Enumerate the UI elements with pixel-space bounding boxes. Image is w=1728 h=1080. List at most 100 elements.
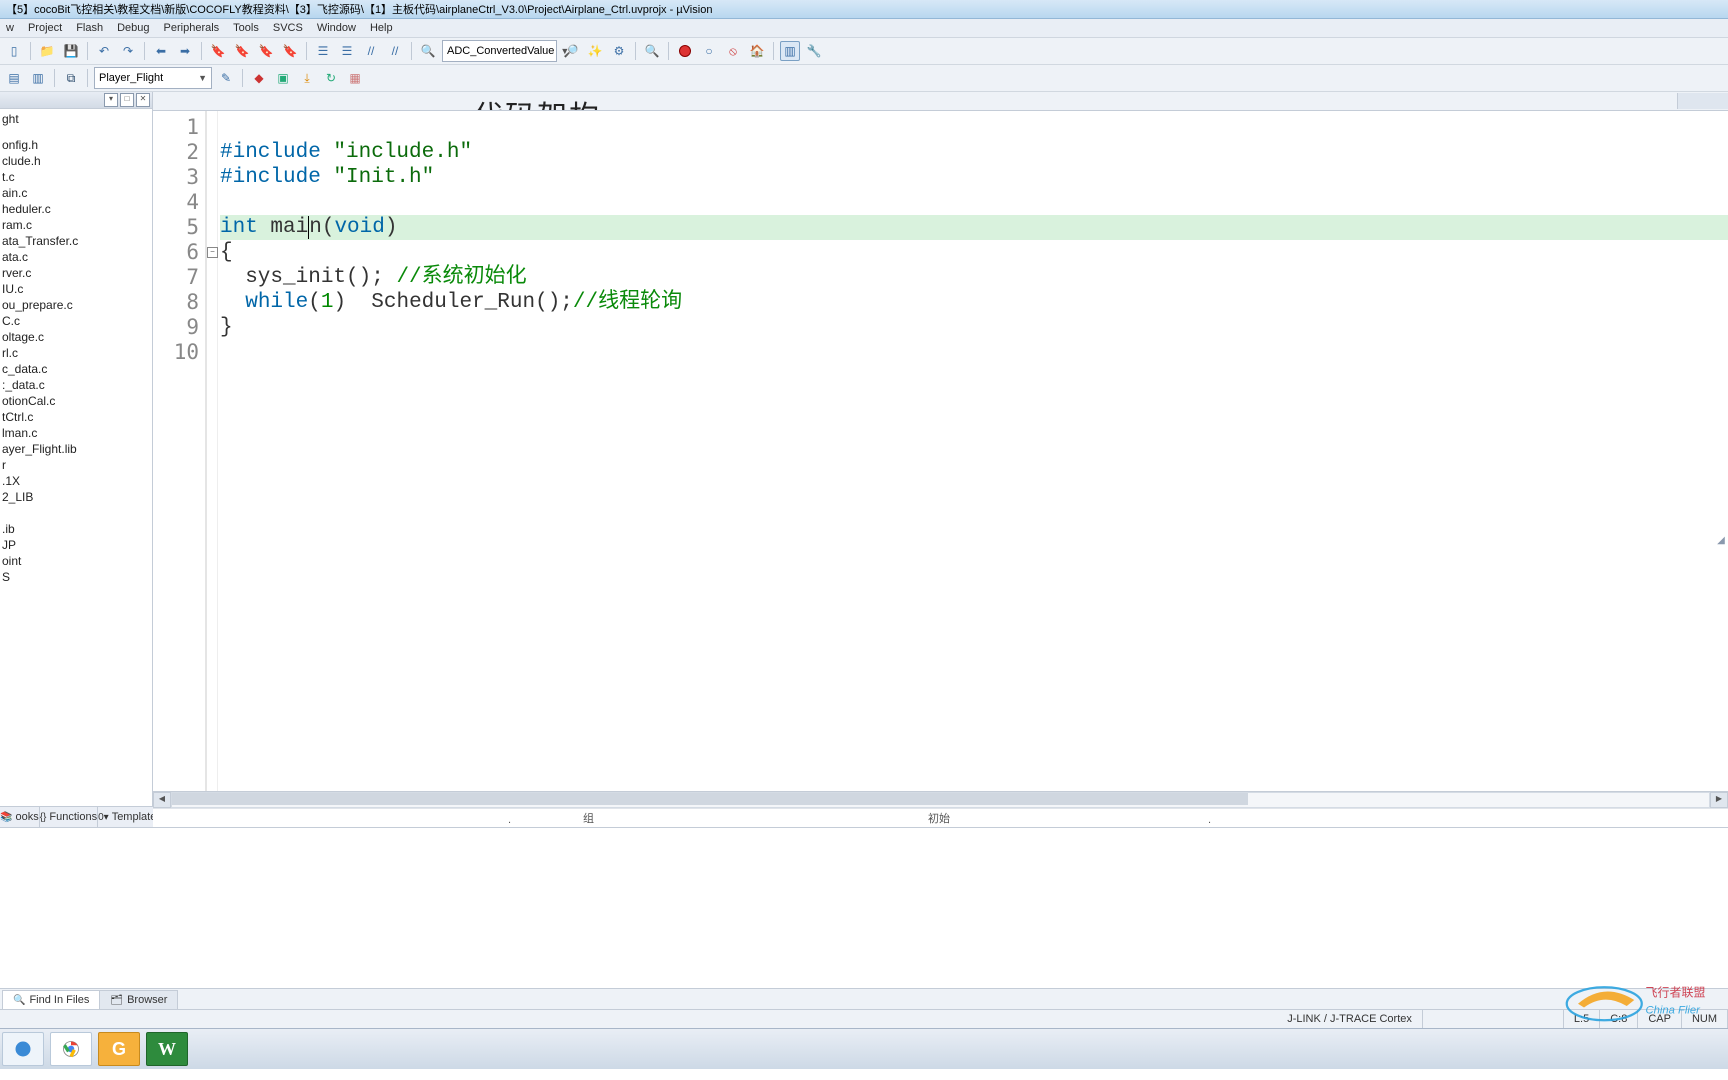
tab-books[interactable]: 📚ooks — [0, 807, 40, 827]
bookmark-next-icon[interactable]: 🔖 — [256, 41, 276, 61]
options-icon[interactable]: ⚙ — [609, 41, 629, 61]
comment-icon[interactable]: // — [361, 41, 381, 61]
menu-item[interactable]: w — [6, 22, 14, 34]
build-icon[interactable]: ▥ — [28, 68, 48, 88]
target-options-icon[interactable]: ✎ — [216, 68, 236, 88]
tree-item[interactable]: oint — [0, 553, 152, 569]
search-combo[interactable]: ADC_ConvertedValue ▼ — [442, 40, 557, 62]
panel-close-icon[interactable]: ✕ — [136, 93, 150, 107]
menu-item[interactable]: Help — [370, 22, 393, 34]
tree-item[interactable]: ata.c — [0, 249, 152, 265]
download-icon[interactable]: ⤓ — [297, 68, 317, 88]
help-icon[interactable]: 🏠 — [747, 41, 767, 61]
scroll-thumb[interactable] — [172, 793, 1248, 805]
tree-item[interactable]: .ib — [0, 521, 152, 537]
code-line[interactable]: #include "Init.h" — [220, 165, 1728, 190]
code-area[interactable]: #include "include.h"#include "Init.h" int… — [218, 111, 1728, 791]
rebuild-icon[interactable]: ⧉ — [61, 68, 81, 88]
tree-item[interactable]: heduler.c — [0, 201, 152, 217]
tree-item[interactable]: 2_LIB — [0, 489, 152, 505]
save-icon[interactable]: 💾 — [61, 41, 81, 61]
back-icon[interactable]: ⬅ — [151, 41, 171, 61]
tree-item[interactable]: rver.c — [0, 265, 152, 281]
code-line[interactable] — [220, 190, 1728, 215]
find-next-icon[interactable]: 🔎 — [561, 41, 581, 61]
menu-item[interactable]: Flash — [76, 22, 103, 34]
panel-pin-icon[interactable]: □ — [120, 93, 134, 107]
pack-icon[interactable]: ▣ — [273, 68, 293, 88]
panel-menu-icon[interactable]: ▾ — [104, 93, 118, 107]
tab-find-in-files[interactable]: 🔍 Find In Files — [2, 990, 100, 1009]
tree-item[interactable]: rl.c — [0, 345, 152, 361]
tree-item[interactable]: ata_Transfer.c — [0, 233, 152, 249]
fold-toggle-icon[interactable]: − — [207, 247, 218, 258]
tree-item[interactable]: tCtrl.c — [0, 409, 152, 425]
new-file-icon[interactable]: ▯ — [4, 41, 24, 61]
tree-item[interactable]: ou_prepare.c — [0, 297, 152, 313]
magic-icon[interactable]: ✨ — [585, 41, 605, 61]
start-button[interactable] — [2, 1032, 44, 1066]
redo-icon[interactable]: ↷ — [118, 41, 138, 61]
menu-item[interactable]: Debug — [117, 22, 149, 34]
open-icon[interactable]: 📁 — [37, 41, 57, 61]
tree-item[interactable]: S — [0, 569, 152, 585]
taskbar-pdf[interactable]: G — [98, 1032, 140, 1066]
tree-item[interactable]: onfig.h — [0, 137, 152, 153]
menu-item[interactable]: Tools — [233, 22, 259, 34]
target-combo[interactable]: Player_Flight ▼ — [94, 67, 212, 89]
record-icon[interactable] — [675, 41, 695, 61]
tree-item[interactable]: :_data.c — [0, 377, 152, 393]
code-line[interactable] — [220, 340, 1728, 365]
record-stop-icon[interactable]: ○ — [699, 41, 719, 61]
wrench-icon[interactable]: 🔧 — [804, 41, 824, 61]
translate-icon[interactable]: ▤ — [4, 68, 24, 88]
code-line[interactable]: } — [220, 315, 1728, 340]
tree-item[interactable]: clude.h — [0, 153, 152, 169]
refresh-icon[interactable]: ↻ — [321, 68, 341, 88]
tree-item[interactable]: ayer_Flight.lib — [0, 441, 152, 457]
menu-item[interactable]: Window — [317, 22, 356, 34]
resize-grip-icon[interactable]: ◢ — [1714, 0, 1728, 1080]
tree-item[interactable]: lman.c — [0, 425, 152, 441]
taskbar-chrome[interactable] — [50, 1032, 92, 1066]
menu-item[interactable]: SVCS — [273, 22, 303, 34]
findfiles-icon[interactable]: 🔍 — [418, 41, 438, 61]
h-scrollbar[interactable]: ◀ ▶ — [153, 791, 1728, 808]
fwd-icon[interactable]: ➡ — [175, 41, 195, 61]
tree-item[interactable]: .1X — [0, 473, 152, 489]
tree-item[interactable]: oltage.c — [0, 329, 152, 345]
code-line[interactable]: sys_init(); //系统初始化 — [220, 265, 1728, 290]
code-line[interactable]: #include "include.h" — [220, 140, 1728, 165]
tree-item[interactable]: JP — [0, 537, 152, 553]
tree-item[interactable]: r — [0, 457, 152, 473]
undo-icon[interactable]: ↶ — [94, 41, 114, 61]
manage-icon[interactable]: ◆ — [249, 68, 269, 88]
code-line[interactable]: while(1) Scheduler_Run();//线程轮询 — [220, 290, 1728, 315]
tree-item[interactable]: IU.c — [0, 281, 152, 297]
uncomment-icon[interactable]: // — [385, 41, 405, 61]
tree-item[interactable]: c_data.c — [0, 361, 152, 377]
tree-item[interactable]: t.c — [0, 169, 152, 185]
code-line[interactable]: { — [220, 240, 1728, 265]
tab-browser[interactable]: 🗂 Browser — [99, 990, 178, 1009]
tree-item[interactable]: otionCal.c — [0, 393, 152, 409]
tab-functions[interactable]: {}Functions — [40, 807, 98, 827]
tree-item[interactable] — [0, 505, 152, 521]
window-layout-icon[interactable]: ▥ — [780, 41, 800, 61]
scroll-track[interactable] — [171, 792, 1710, 808]
tree-item[interactable]: ght — [0, 111, 152, 127]
project-tree[interactable]: ghtonfig.hclude.ht.cain.cheduler.cram.ca… — [0, 109, 152, 806]
bookmark-icon[interactable]: 🔖 — [208, 41, 228, 61]
indent-icon[interactable]: ☰ — [313, 41, 333, 61]
bookmark-clear-icon[interactable]: 🔖 — [280, 41, 300, 61]
bookmark-prev-icon[interactable]: 🔖 — [232, 41, 252, 61]
outdent-icon[interactable]: ☰ — [337, 41, 357, 61]
code-line[interactable]: int main(void) — [220, 215, 1728, 240]
taskbar-wps[interactable]: W — [146, 1032, 188, 1066]
zoom-icon[interactable]: 🔍 — [642, 41, 662, 61]
tree-item[interactable]: ain.c — [0, 185, 152, 201]
menu-item[interactable]: Project — [28, 22, 62, 34]
no-entry-icon[interactable]: ⦸ — [723, 41, 743, 61]
tree-item[interactable]: ram.c — [0, 217, 152, 233]
batch-icon[interactable]: ▦ — [345, 68, 365, 88]
